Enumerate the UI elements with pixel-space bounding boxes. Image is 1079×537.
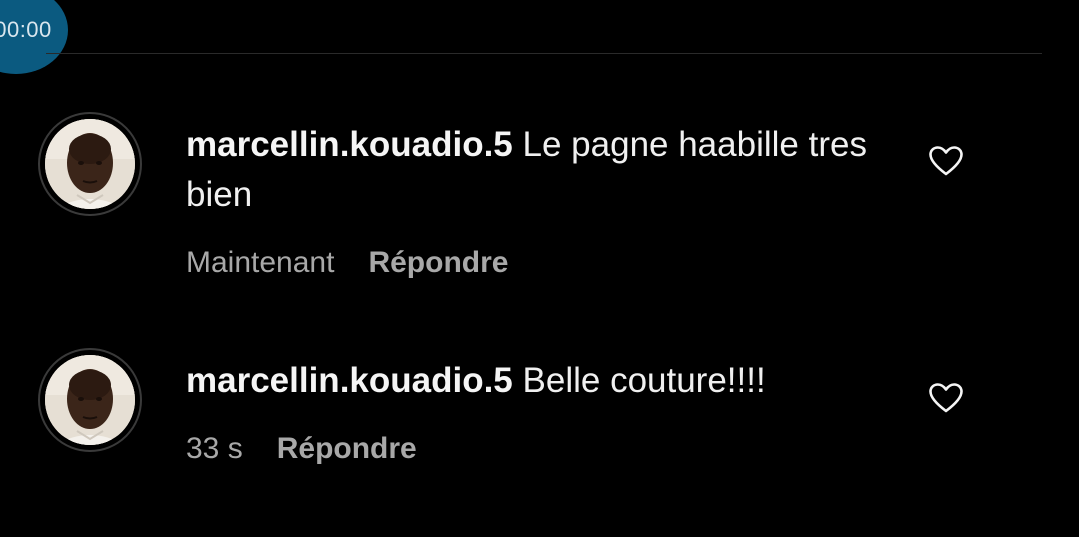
comment-time: Maintenant xyxy=(186,246,335,279)
heart-outline-icon xyxy=(929,146,963,176)
comment-username[interactable]: marcellin.kouadio.5 xyxy=(186,361,513,400)
avatar-photo xyxy=(45,355,135,445)
comment-time: 33 s xyxy=(186,432,243,465)
video-timestamp-bubble[interactable]: 00:00 xyxy=(0,0,68,74)
comment-meta: Maintenant Répondre xyxy=(186,246,508,280)
comment-body: marcellin.kouadio.5 Le pagne haabille tr… xyxy=(186,120,876,220)
avatar[interactable] xyxy=(38,348,142,452)
avatar[interactable] xyxy=(38,112,142,216)
progress-divider xyxy=(46,53,1042,54)
comment-meta: 33 s Répondre xyxy=(186,432,417,466)
like-button[interactable] xyxy=(926,141,966,181)
comment-text: Belle couture!!!! xyxy=(522,361,766,400)
video-timestamp: 00:00 xyxy=(0,17,52,42)
avatar-photo xyxy=(45,119,135,209)
reply-button[interactable]: Répondre xyxy=(368,246,508,280)
reply-button[interactable]: Répondre xyxy=(277,432,417,466)
comment-body: marcellin.kouadio.5 Belle couture!!!! xyxy=(186,356,876,406)
like-button[interactable] xyxy=(926,378,966,418)
comment-username[interactable]: marcellin.kouadio.5 xyxy=(186,125,513,164)
heart-outline-icon xyxy=(929,383,963,413)
